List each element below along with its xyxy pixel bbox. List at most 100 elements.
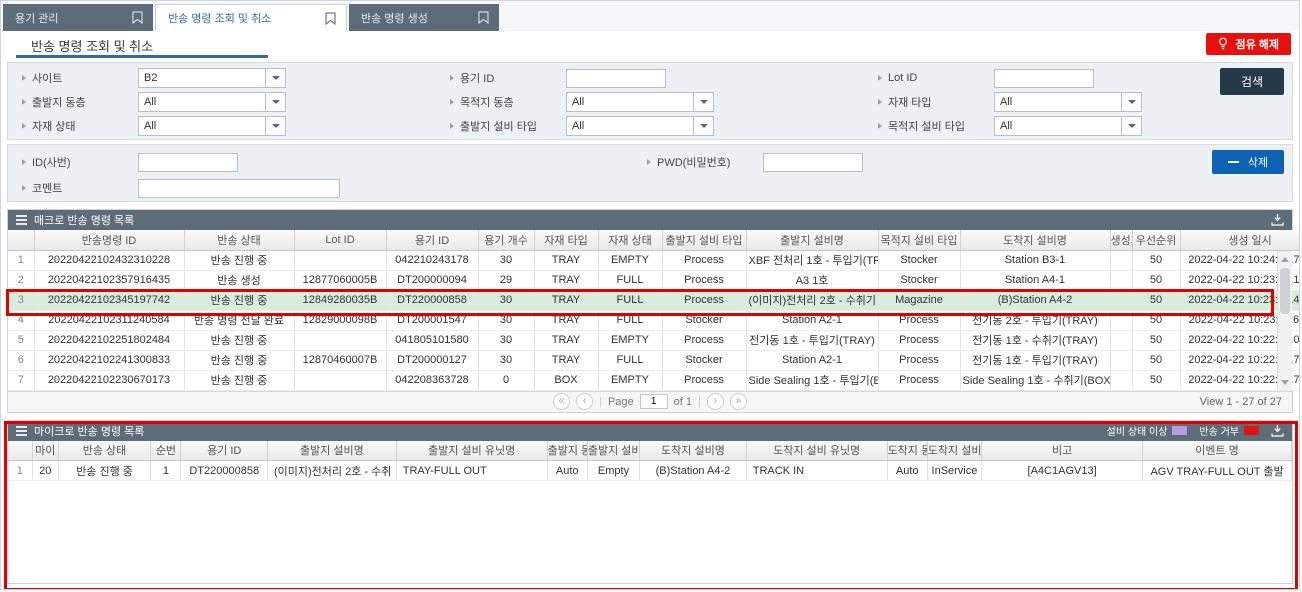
tab-transport-query-cancel[interactable]: 반송 명령 조회 및 취소: [155, 4, 347, 31]
column-header[interactable]: 생성 일시: [1180, 230, 1300, 250]
download-icon[interactable]: [1271, 425, 1284, 437]
chevron-down-icon[interactable]: [694, 92, 714, 112]
cell: AGV TRAY-FULL OUT 출발: [1143, 461, 1292, 481]
cell: TRAY: [534, 270, 598, 290]
column-header[interactable]: 자재 타입: [534, 230, 598, 250]
column-header[interactable]: 출발지 설비 타입: [662, 230, 746, 250]
column-header[interactable]: 출발지 설비 유닛명: [396, 441, 547, 461]
column-header[interactable]: 생성자: [1110, 230, 1132, 250]
last-page-button[interactable]: »: [730, 393, 747, 410]
column-header[interactable]: 반송명령 ID: [34, 230, 184, 250]
page-number-input[interactable]: [640, 394, 668, 409]
table-row[interactable]: 220220422102357916435반송 생성12877060005BDT…: [8, 270, 1300, 290]
field-label: Lot ID: [888, 72, 917, 84]
dst-floor-select[interactable]: All: [566, 92, 714, 112]
tab-container-management[interactable]: 용기 관리: [3, 4, 153, 31]
cell: 30: [478, 290, 534, 310]
tab-transport-create[interactable]: 반송 명령 생성: [349, 4, 499, 31]
prev-page-button[interactable]: ‹: [576, 393, 593, 410]
chevron-down-icon[interactable]: [266, 68, 286, 88]
column-header[interactable]: 출발지 동: [547, 441, 587, 461]
cell: TRAY: [534, 290, 598, 310]
bookmark-icon[interactable]: [132, 11, 143, 24]
view-range-info: View 1 - 27 of 27: [1200, 396, 1282, 408]
micro-transport-table: 마이반송 상태순번용기 ID출발지 설비명출발지 설비 유닛명출발지 동출발지 …: [8, 441, 1292, 482]
cell: 반송 진행 중: [184, 350, 294, 370]
cell: [1110, 370, 1132, 390]
chevron-down-icon[interactable]: [266, 116, 286, 136]
user-id-input[interactable]: [138, 153, 238, 172]
column-header[interactable]: 도착지 설비 유닛명: [746, 441, 887, 461]
cell: Stocker: [662, 350, 746, 370]
table-row[interactable]: 120220422102432310228반송 진행 중042210243178…: [8, 250, 1300, 270]
chevron-down-icon[interactable]: [266, 92, 286, 112]
cell: [294, 250, 386, 270]
list-menu-icon[interactable]: [16, 215, 27, 225]
cell: Stocker: [878, 270, 960, 290]
first-page-button[interactable]: «: [553, 393, 570, 410]
scroll-down-icon[interactable]: [1278, 376, 1292, 390]
column-header[interactable]: 마이: [32, 441, 58, 461]
column-header[interactable]: 우선순위: [1132, 230, 1180, 250]
container-id-input[interactable]: [566, 69, 666, 88]
column-header[interactable]: 도착지 설비: [927, 441, 981, 461]
cell: 12870460007B: [294, 350, 386, 370]
src-equip-type-select[interactable]: All: [566, 116, 714, 136]
column-header[interactable]: 반송 상태: [58, 441, 151, 461]
table-row[interactable]: 720220422102230670173반송 진행 중042208363728…: [8, 370, 1300, 390]
column-header[interactable]: 출발지 설비: [587, 441, 639, 461]
material-state-select[interactable]: All: [138, 116, 286, 136]
column-header[interactable]: 용기 개수: [478, 230, 534, 250]
list-menu-icon[interactable]: [16, 426, 27, 436]
search-button[interactable]: 검색: [1220, 68, 1284, 95]
material-type-select[interactable]: All: [994, 92, 1142, 112]
column-header[interactable]: 이벤트 명: [1143, 441, 1292, 461]
column-header[interactable]: 용기 ID: [386, 230, 478, 250]
table-row[interactable]: 620220422102241300833반송 진행 중12870460007B…: [8, 350, 1300, 370]
next-page-button[interactable]: ›: [707, 393, 724, 410]
download-icon[interactable]: [1271, 214, 1284, 226]
bookmark-icon[interactable]: [325, 12, 336, 25]
site-select[interactable]: B2: [138, 68, 286, 88]
tab-label: 반송 명령 조회 및 취소: [168, 10, 271, 26]
macro-transport-list-panel: 매크로 반송 명령 목록 반송명령 ID반송 상태Lot ID용기 ID용기 개…: [7, 209, 1293, 413]
column-header[interactable]: Lot ID: [294, 230, 386, 250]
table-row[interactable]: 320220422102345197742반송 진행 중12849280035B…: [8, 290, 1300, 310]
column-header[interactable]: [8, 230, 34, 250]
cell: Process: [662, 370, 746, 390]
column-header[interactable]: 도착지 설비명: [640, 441, 747, 461]
column-header[interactable]: 비고: [982, 441, 1143, 461]
bookmark-icon[interactable]: [478, 11, 489, 24]
vertical-scrollbar[interactable]: [1277, 251, 1292, 391]
chevron-down-icon[interactable]: [1122, 116, 1142, 136]
table-row[interactable]: 520220422102251802484반송 진행 중041805101580…: [8, 330, 1300, 350]
select-value: All: [994, 116, 1122, 136]
password-input[interactable]: [763, 153, 863, 172]
column-header[interactable]: 반송 상태: [184, 230, 294, 250]
lot-id-input[interactable]: [994, 69, 1094, 88]
column-header[interactable]: 목적지 설비 타입: [878, 230, 960, 250]
table-row[interactable]: 120반송 진행 중1DT220000858(이미지)전처리 2호 - 수취TR…: [8, 461, 1292, 481]
column-header[interactable]: 출발지 설비명: [267, 441, 396, 461]
dst-equip-type-select[interactable]: All: [994, 116, 1142, 136]
scrollbar-thumb[interactable]: [1280, 268, 1290, 314]
column-header[interactable]: [8, 441, 32, 461]
cell: TRAY: [534, 350, 598, 370]
scroll-up-icon[interactable]: [1278, 252, 1292, 266]
delete-button[interactable]: 삭제: [1212, 150, 1284, 174]
release-occupation-button[interactable]: 점유 해제: [1206, 33, 1291, 55]
field-label: ID(사번): [32, 154, 71, 170]
column-header[interactable]: 순번: [151, 441, 181, 461]
column-header[interactable]: 도착지 설비명: [960, 230, 1110, 250]
chevron-down-icon[interactable]: [694, 116, 714, 136]
chevron-down-icon[interactable]: [1122, 92, 1142, 112]
label-arrow-icon: [450, 123, 454, 129]
column-header[interactable]: 자재 상태: [598, 230, 662, 250]
column-header[interactable]: 출발지 설비명: [746, 230, 878, 250]
table-row[interactable]: 420220422102311240584반송 명령 전달 완료12829000…: [8, 310, 1300, 330]
comment-input[interactable]: [138, 179, 340, 198]
column-header[interactable]: 도착지 동: [887, 441, 927, 461]
column-header[interactable]: 용기 ID: [181, 441, 268, 461]
src-floor-select[interactable]: All: [138, 92, 286, 112]
cell: DT220000858: [181, 461, 268, 481]
